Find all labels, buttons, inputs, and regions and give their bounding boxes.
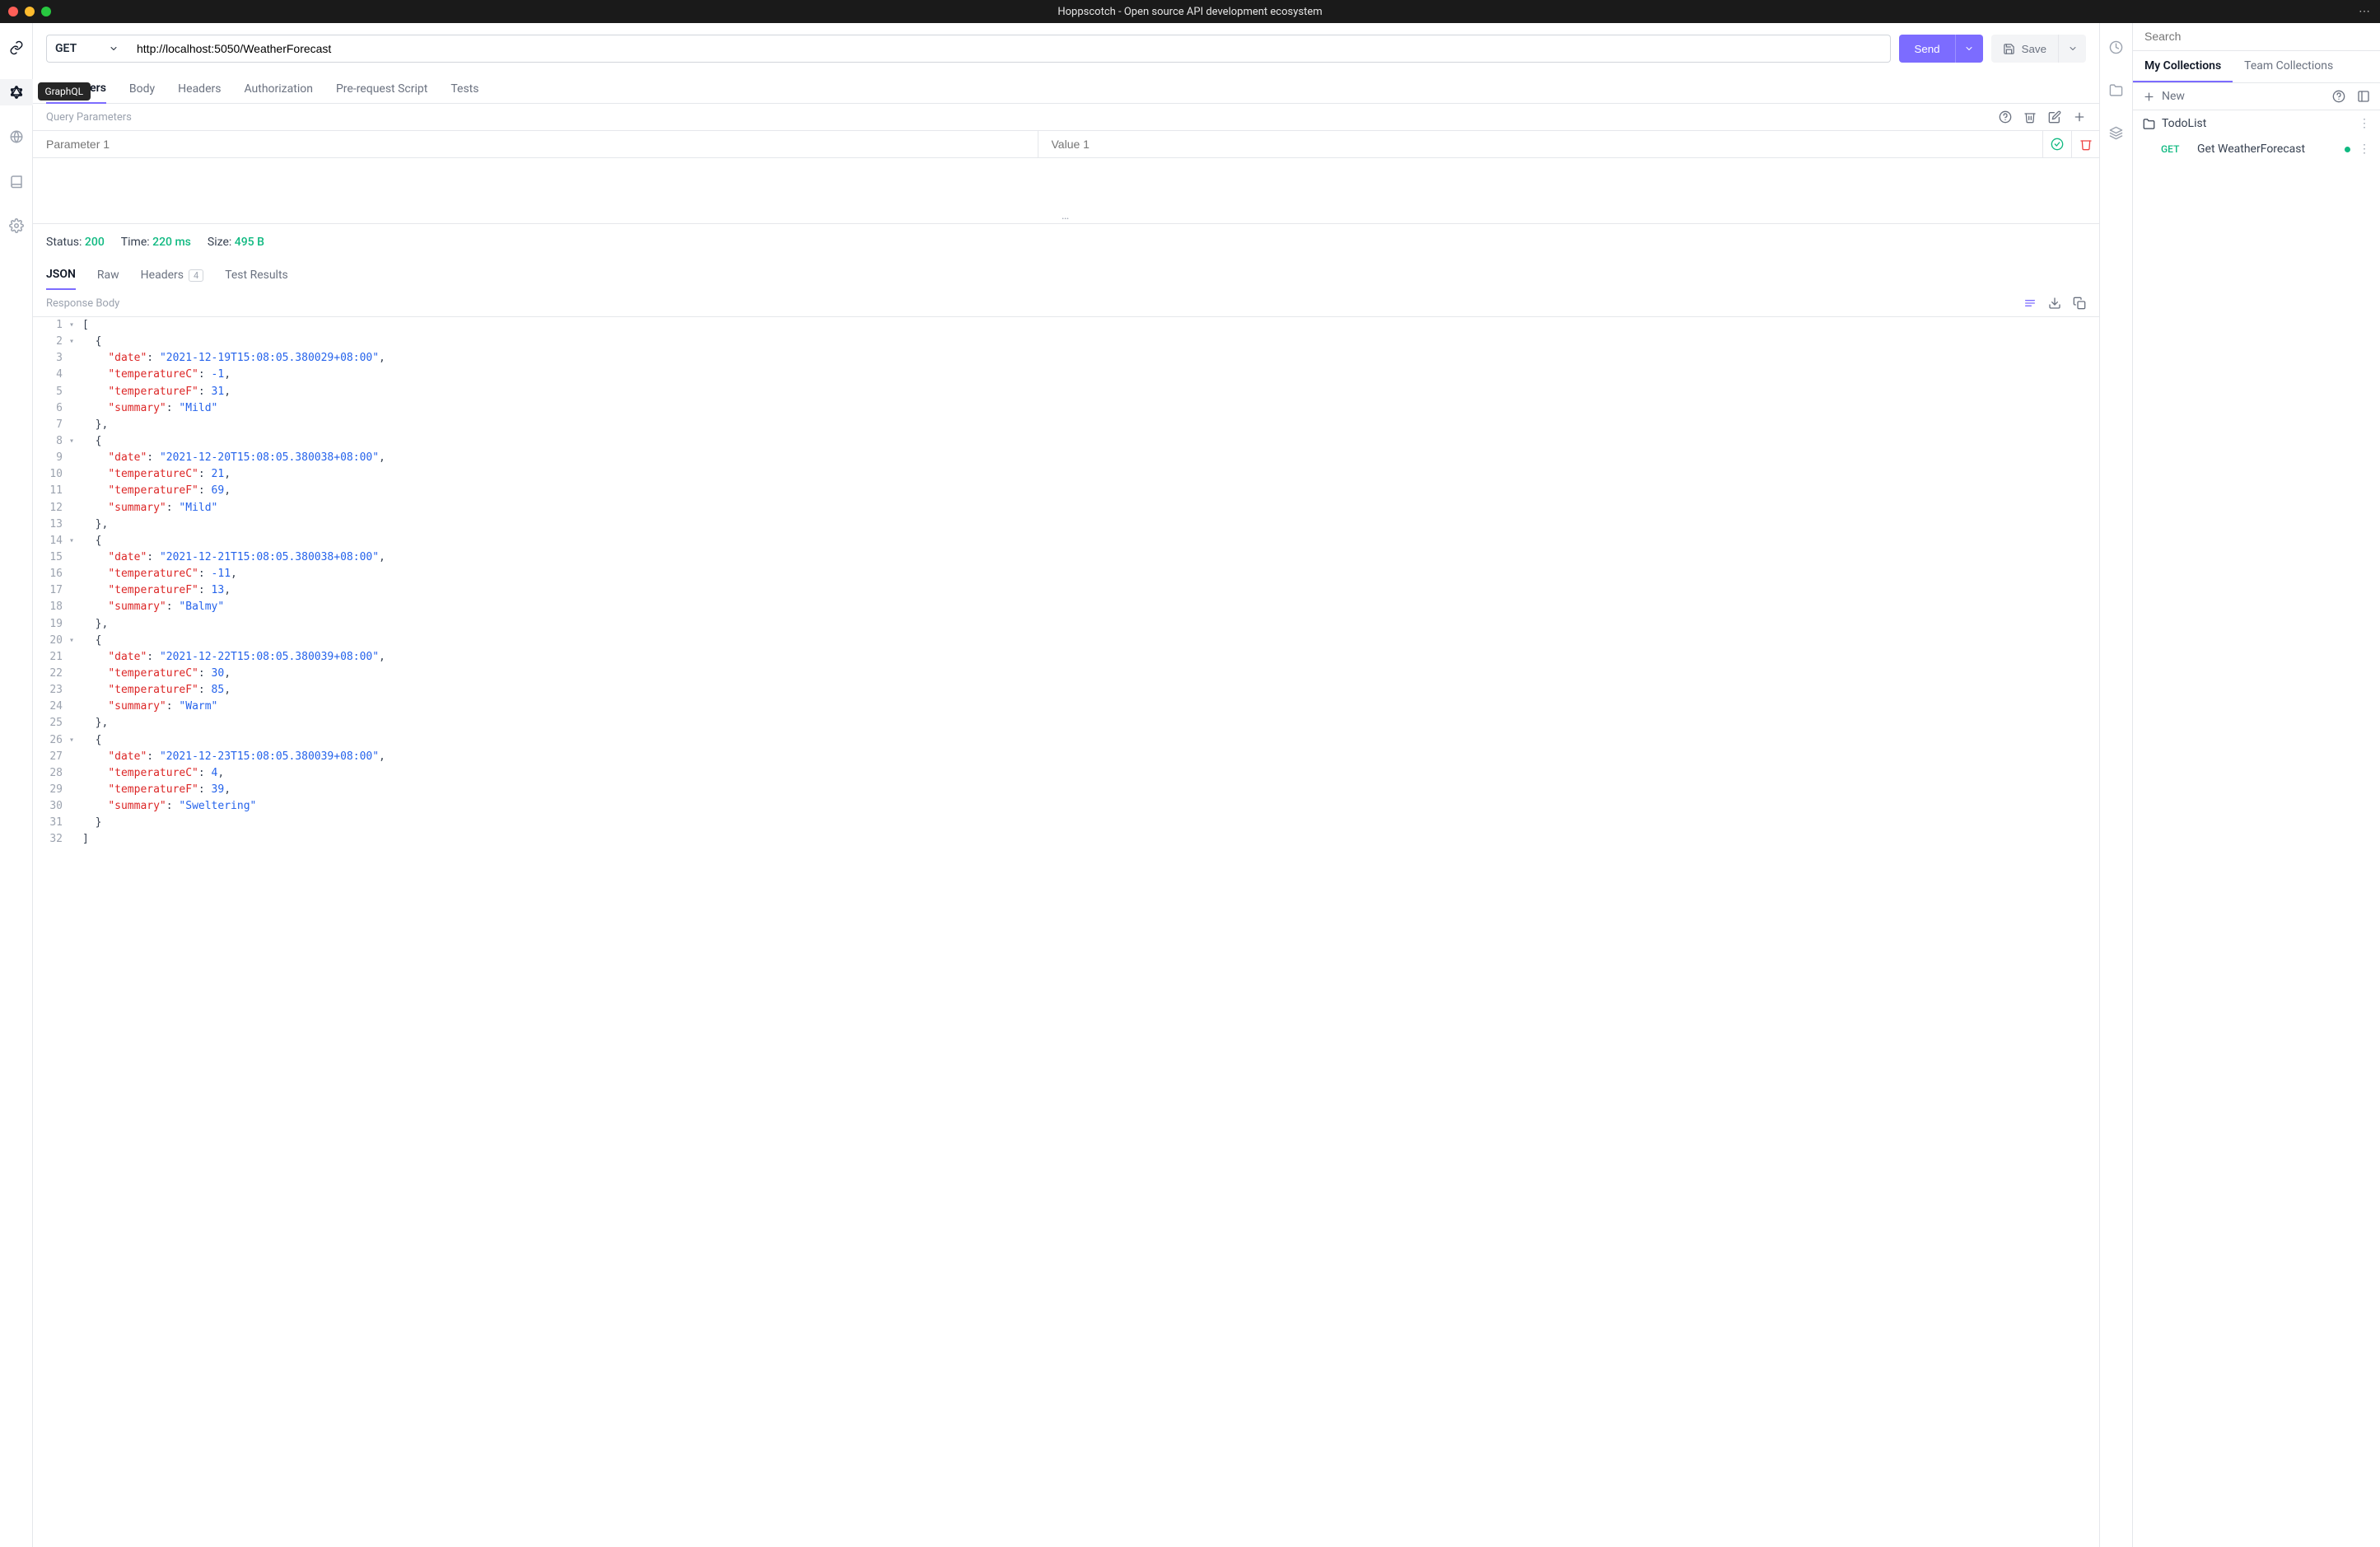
rail-collections[interactable]: [2100, 77, 2133, 102]
collection-request[interactable]: GET Get WeatherForecast ⋮: [2133, 137, 2380, 161]
chevron-down-icon: [1964, 44, 1974, 54]
left-sidebar: GraphQL: [0, 23, 33, 1547]
param-key-input[interactable]: [33, 131, 1038, 157]
nav-rest[interactable]: [0, 35, 33, 61]
save-dropdown[interactable]: [2058, 35, 2086, 63]
tab-tests[interactable]: Tests: [450, 74, 478, 104]
request-more-icon[interactable]: ⋮: [2359, 143, 2370, 156]
param-row: [33, 130, 2099, 158]
window-title: Hoppscotch - Open source API development…: [1057, 6, 1322, 18]
time-value: 220 ms: [152, 236, 191, 249]
collections-panel: My Collections Team Collections New Todo…: [2133, 23, 2380, 1547]
save-icon: [2003, 43, 2015, 55]
active-dot-icon: [2345, 147, 2350, 152]
copy-icon[interactable]: [2073, 297, 2086, 310]
param-delete-icon[interactable]: [2071, 130, 2099, 158]
size-label: Size:: [208, 236, 231, 249]
time-label: Time:: [121, 236, 150, 249]
request-name: Get WeatherForecast: [2197, 143, 2336, 156]
size-value: 495 B: [235, 236, 264, 249]
help-icon[interactable]: [1999, 110, 2012, 124]
close-window[interactable]: [8, 7, 18, 16]
status-value: 200: [85, 236, 105, 249]
resp-tab-json[interactable]: JSON: [46, 260, 76, 290]
right-rail: [2100, 23, 2133, 1547]
folder-icon: [2143, 118, 2155, 130]
maximize-window[interactable]: [41, 7, 51, 16]
resize-grip[interactable]: [33, 214, 2099, 224]
add-icon[interactable]: [2073, 110, 2086, 124]
resp-tab-headers[interactable]: Headers4: [141, 260, 204, 290]
import-export-icon[interactable]: [2357, 90, 2370, 103]
folder-more-icon[interactable]: ⋮: [2359, 117, 2370, 130]
delete-all-icon[interactable]: [2023, 110, 2037, 124]
send-dropdown[interactable]: [1955, 35, 1983, 63]
response-meta: Status: 200 Time: 220 ms Size: 495 B: [33, 224, 2099, 260]
request-tabs: Parameters Body Headers Authorization Pr…: [33, 74, 2099, 104]
new-collection-button[interactable]: New: [2143, 90, 2185, 103]
collections-search[interactable]: [2144, 30, 2368, 43]
download-icon[interactable]: [2048, 297, 2061, 310]
nav-realtime[interactable]: [0, 124, 33, 150]
chevron-down-icon: [109, 44, 119, 54]
url-bar: GET Send Save: [33, 23, 2099, 74]
save-label: Save: [2022, 43, 2046, 55]
headers-count: 4: [189, 269, 203, 282]
response-code[interactable]: 1▾[2▾ {3 "date": "2021-12-19T15:08:05.38…: [33, 316, 2099, 1547]
resp-tab-test-results[interactable]: Test Results: [225, 260, 288, 290]
request-method-badge: GET: [2161, 143, 2189, 155]
tab-prerequest[interactable]: Pre-request Script: [336, 74, 427, 104]
rail-environments[interactable]: [2100, 120, 2133, 145]
main-panel: GET Send Save Parameters Body Headers Au…: [33, 23, 2100, 1547]
plus-icon: [2143, 91, 2155, 103]
save-button[interactable]: Save: [1991, 35, 2058, 63]
tab-my-collections[interactable]: My Collections: [2133, 51, 2233, 82]
param-value-input[interactable]: [1038, 131, 2043, 157]
nav-settings[interactable]: [0, 213, 33, 239]
query-params-label: Query Parameters: [46, 111, 132, 124]
tab-team-collections[interactable]: Team Collections: [2233, 51, 2345, 82]
method-value: GET: [55, 42, 77, 55]
nav-docs[interactable]: [0, 168, 33, 194]
collection-folder[interactable]: TodoList ⋮: [2133, 110, 2380, 137]
response-tabs: JSON Raw Headers4 Test Results: [33, 260, 2099, 290]
nav-graphql[interactable]: GraphQL: [0, 79, 33, 105]
minimize-window[interactable]: [25, 7, 35, 16]
titlebar-menu[interactable]: ⋯: [2359, 5, 2370, 18]
method-select[interactable]: GET: [46, 35, 127, 63]
response-body-label: Response Body: [46, 297, 119, 310]
url-input[interactable]: [127, 35, 1891, 63]
tab-headers[interactable]: Headers: [178, 74, 221, 104]
folder-name: TodoList: [2162, 117, 2352, 130]
collections-help-icon[interactable]: [2332, 90, 2345, 103]
status-label: Status:: [46, 236, 82, 249]
chevron-down-icon: [2068, 44, 2078, 54]
rail-history[interactable]: [2100, 35, 2133, 59]
param-toggle-icon[interactable]: [2043, 130, 2071, 158]
tab-body[interactable]: Body: [129, 74, 155, 104]
resp-tab-raw[interactable]: Raw: [97, 260, 119, 290]
send-label: Send: [1914, 43, 1939, 55]
nav-tooltip: GraphQL: [38, 82, 91, 100]
window-controls: [8, 7, 51, 16]
titlebar: Hoppscotch - Open source API development…: [0, 0, 2380, 23]
tab-authorization[interactable]: Authorization: [244, 74, 312, 104]
new-label: New: [2162, 90, 2185, 103]
send-button[interactable]: Send: [1899, 35, 1954, 63]
wrap-lines-icon[interactable]: [2023, 297, 2037, 310]
edit-icon[interactable]: [2048, 110, 2061, 124]
